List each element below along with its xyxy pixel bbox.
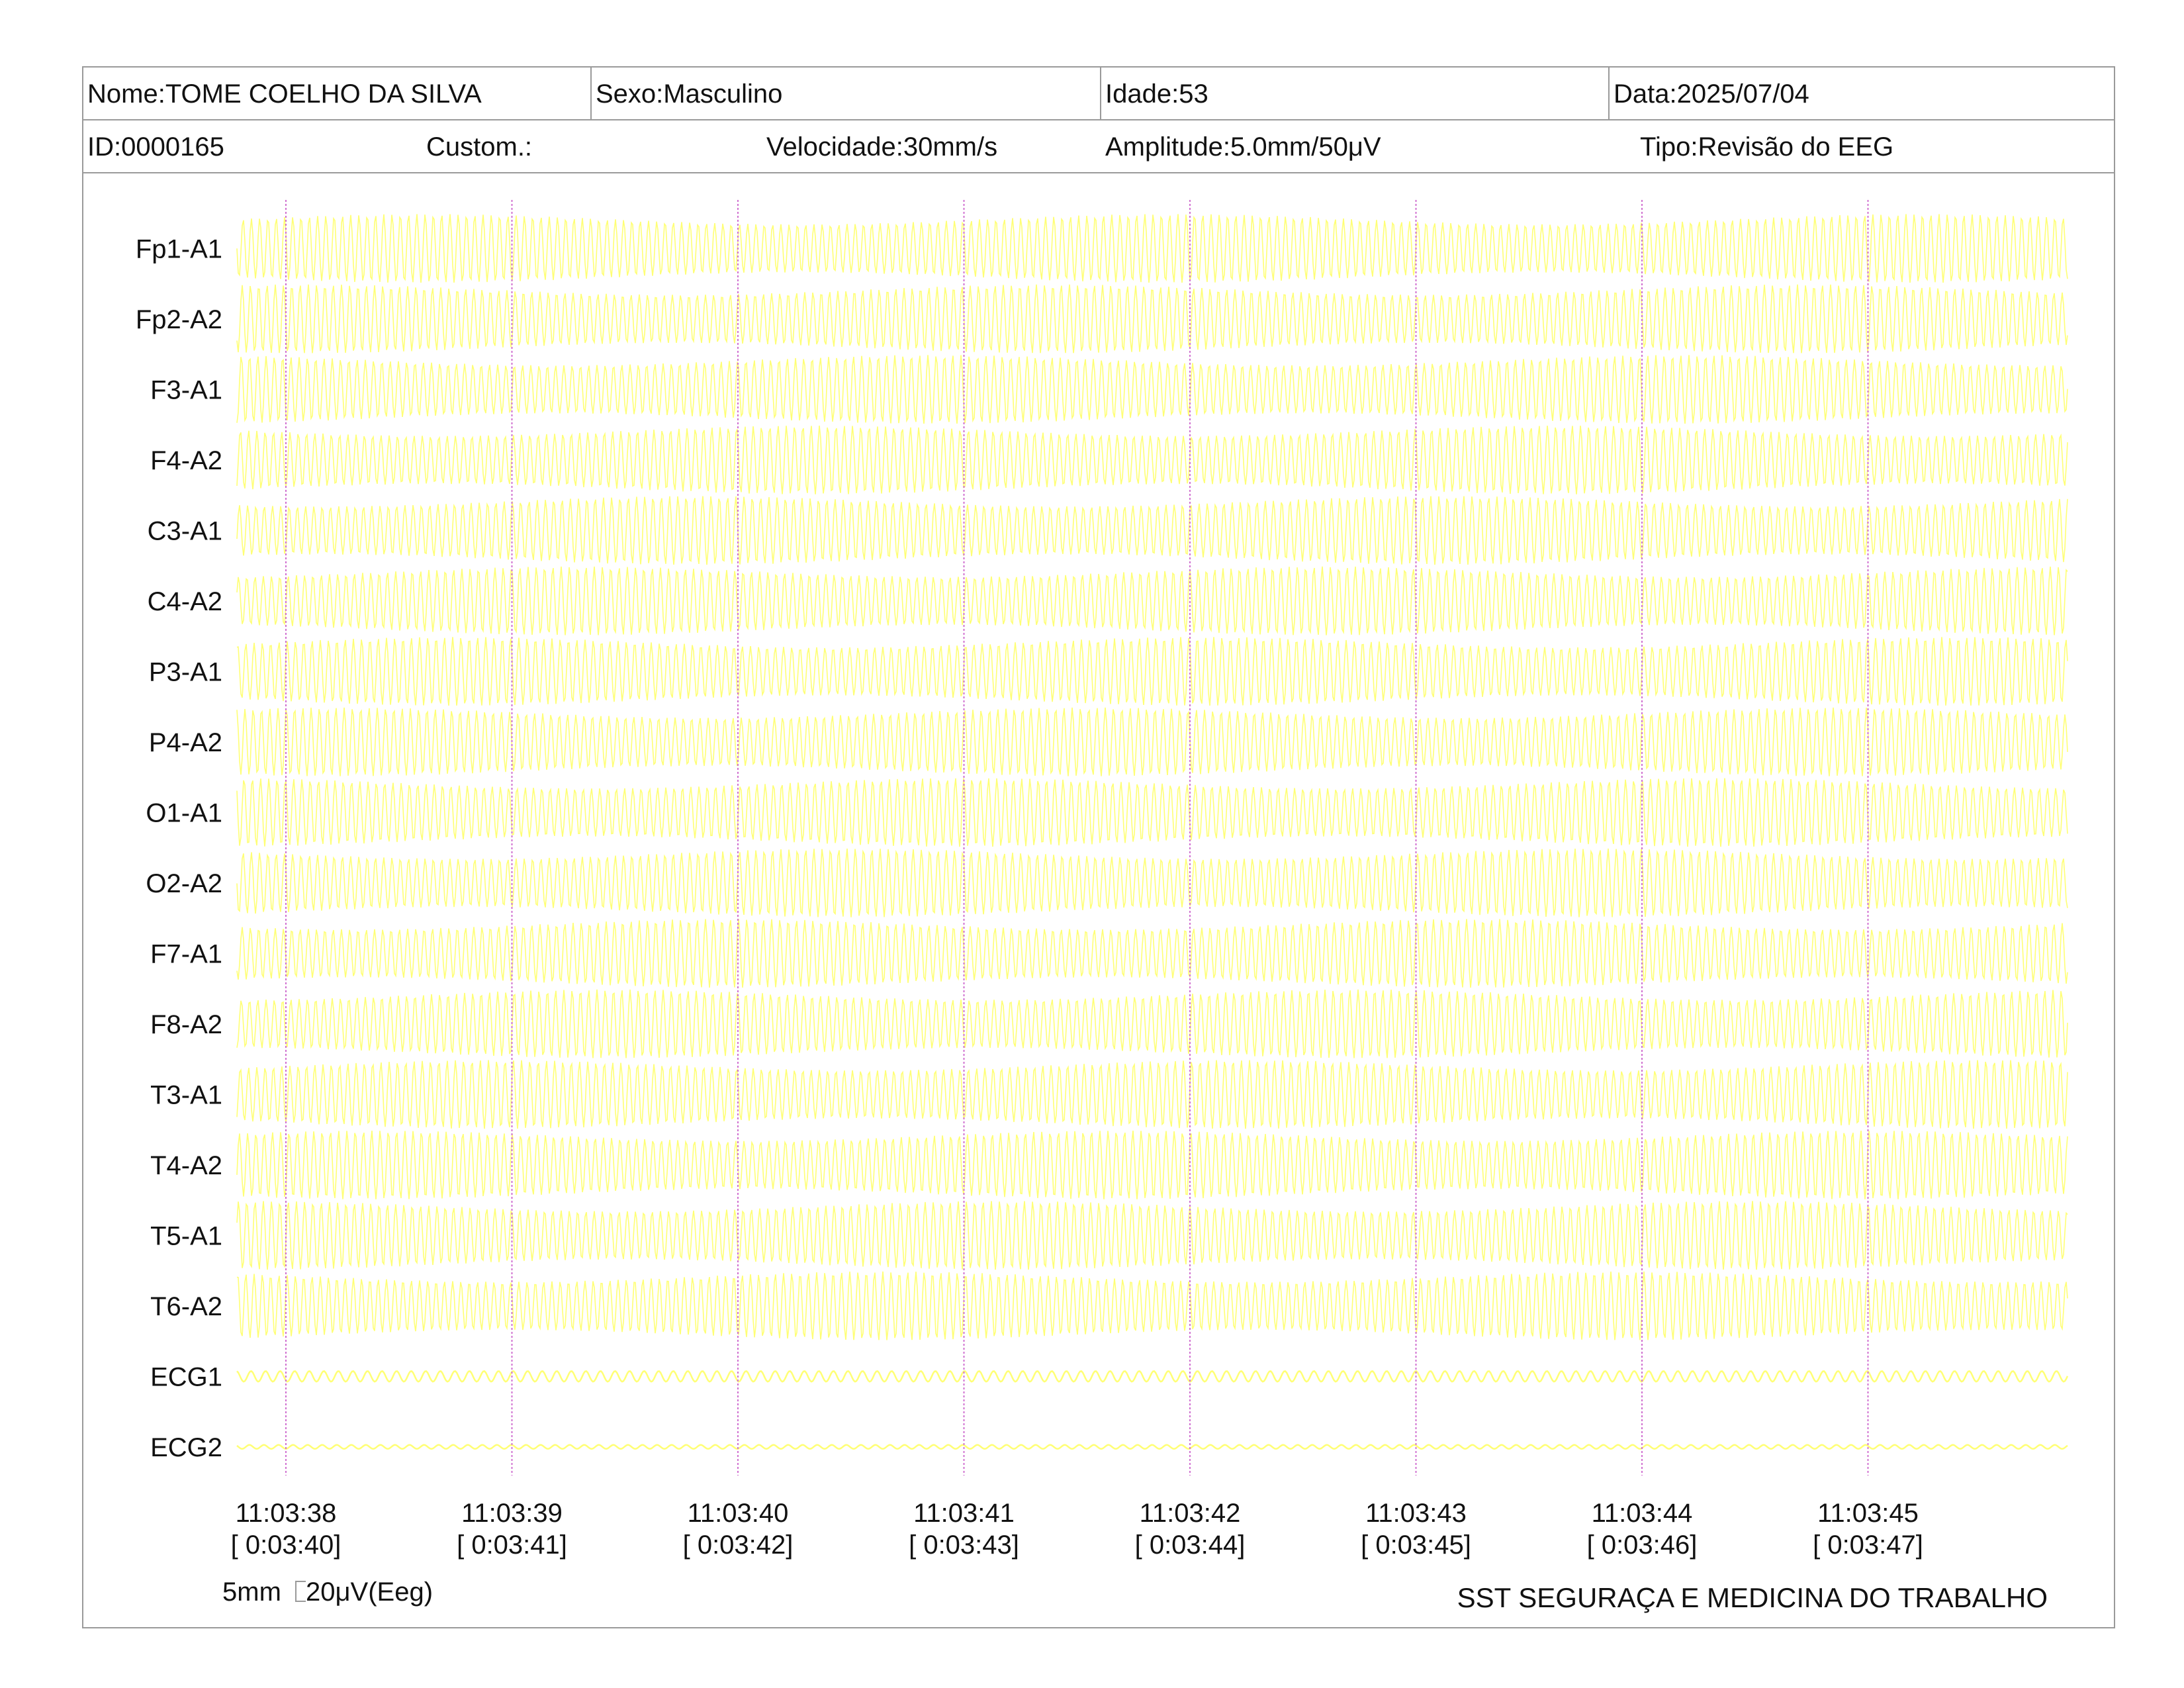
channel-label: P4-A2 [149, 728, 222, 757]
time-marker-elapsed: [ 0:03:43] [909, 1530, 1019, 1560]
channel-label: C3-A1 [148, 516, 222, 545]
channel-label: P3-A1 [149, 657, 222, 686]
time-marker-elapsed: [ 0:03:44] [1135, 1530, 1246, 1560]
time-marker-clock: 11:03:38 [236, 1499, 337, 1528]
channel-label: F3-A1 [150, 375, 222, 404]
channel-label: Fp2-A2 [136, 305, 222, 334]
time-marker-elapsed: [ 0:03:45] [1361, 1530, 1471, 1560]
channel-label: O2-A2 [146, 869, 222, 898]
time-marker-clock: 11:03:42 [1140, 1499, 1241, 1528]
time-marker-elapsed: [ 0:03:46] [1587, 1530, 1698, 1560]
trace-t5-a1 [236, 1201, 2068, 1270]
calibration-bracket-icon [295, 1581, 306, 1602]
time-marker-elapsed: [ 0:03:42] [683, 1530, 794, 1560]
time-marker-clock: 11:03:41 [913, 1499, 1015, 1528]
trace-fp2-a2 [236, 284, 2068, 353]
channel-label: C4-A2 [148, 587, 222, 616]
time-marker-clock: 11:03:40 [688, 1499, 789, 1528]
eeg-trace-panel: Fp1-A1 Fp2-A2 F3-A1 F4-A2 C3-A1 C4-A2 P3-A1 P4-… [136, 200, 2069, 1560]
eeg-report-frame: Nome:TOME COELHO DA SILVA Sexo:Masculino… [82, 66, 2115, 1628]
trace-f7-a1 [236, 919, 2068, 988]
time-marker-clock: 11:03:39 [461, 1499, 563, 1528]
time-marker-elapsed: [ 0:03:41] [457, 1530, 567, 1560]
trace-f3-a1 [236, 355, 2068, 424]
time-marker-elapsed: [ 0:03:47] [1813, 1530, 1923, 1560]
calibration-amplitude-label: 20μV(Eeg) [306, 1577, 433, 1607]
channel-label: F4-A2 [150, 446, 222, 475]
time-marker-clock: 11:03:43 [1365, 1499, 1467, 1528]
channel-label: T4-A2 [150, 1151, 222, 1180]
channel-label: F7-A1 [150, 939, 222, 968]
calibration-time-label: 5mm [222, 1577, 281, 1607]
channel-label: Fp1-A1 [136, 234, 222, 263]
channel-label: T3-A1 [150, 1080, 222, 1109]
channel-label: ECG1 [150, 1362, 222, 1391]
time-marker-clock: 11:03:45 [1817, 1499, 1919, 1528]
channel-label: T5-A1 [150, 1221, 222, 1250]
trace-p3-a1 [236, 637, 2068, 706]
organization-name: SST SEGURAÇA E MEDICINA DO TRABALHO [1457, 1582, 2048, 1613]
time-marker-clock: 11:03:44 [1592, 1499, 1693, 1528]
channel-label: T6-A2 [150, 1292, 222, 1321]
channel-label: O1-A1 [146, 798, 222, 827]
calibration-scale: 5mm 20μV(Eeg) [222, 1577, 433, 1607]
channel-label: ECG2 [150, 1433, 222, 1462]
time-marker-elapsed: [ 0:03:40] [231, 1530, 341, 1560]
channel-label: F8-A2 [150, 1010, 222, 1039]
